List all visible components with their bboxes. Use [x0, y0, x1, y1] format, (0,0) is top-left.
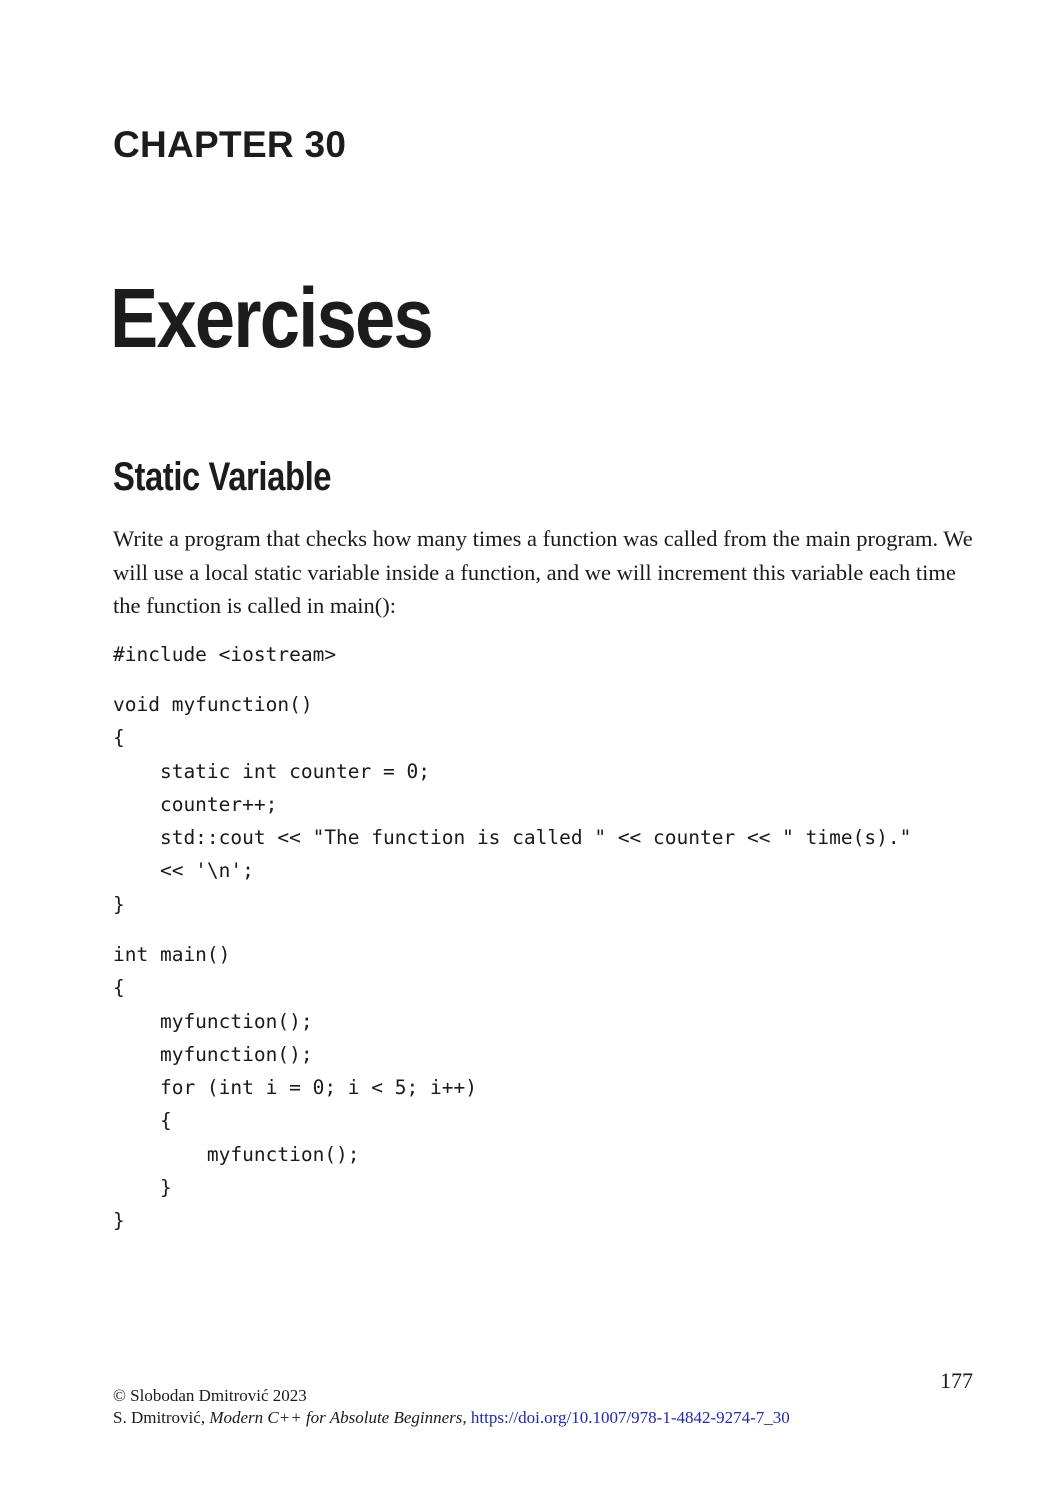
section-title: Static Variable: [113, 455, 332, 499]
code-block-main: int main() { myfunction(); myfunction();…: [113, 938, 477, 1238]
code-line: myfunction();: [113, 1009, 313, 1033]
code-block-include: #include <iostream>: [113, 638, 336, 671]
code-line: << '\n';: [113, 859, 254, 883]
page-number: 177: [940, 1368, 973, 1393]
exercise-description: Write a program that checks how many tim…: [113, 526, 973, 618]
footer: © Slobodan Dmitrović 2023 S. Dmitrović, …: [113, 1385, 790, 1429]
citation-separator: ,: [462, 1408, 471, 1427]
code-block-myfunction: void myfunction() { static int counter =…: [113, 688, 911, 921]
code-line: #include <iostream>: [113, 643, 337, 666]
code-line: }: [113, 1176, 172, 1200]
code-line: int main(): [113, 943, 231, 966]
citation: S. Dmitrović, Modern C++ for Absolute Be…: [113, 1407, 790, 1429]
copyright-notice: © Slobodan Dmitrović 2023: [113, 1386, 307, 1405]
code-line: void myfunction(): [113, 693, 313, 716]
code-line: for (int i = 0; i < 5; i++): [113, 1076, 477, 1100]
citation-book-title: Modern C++ for Absolute Beginners: [209, 1408, 463, 1427]
code-line: }: [113, 892, 125, 916]
code-line: counter++;: [113, 792, 278, 816]
code-line: static int counter = 0;: [113, 759, 430, 783]
code-line: {: [113, 976, 125, 1000]
doi-link[interactable]: https://doi.org/10.1007/978-1-4842-9274-…: [471, 1408, 790, 1427]
code-line: }: [113, 1209, 125, 1233]
citation-author: S. Dmitrović,: [113, 1408, 210, 1427]
chapter-label: CHAPTER 30: [113, 124, 347, 165]
code-line: {: [113, 726, 125, 750]
code-line: myfunction();: [113, 1042, 313, 1066]
code-line: {: [113, 1109, 172, 1133]
chapter-title: Exercises: [110, 271, 434, 365]
code-line: myfunction();: [113, 1142, 360, 1166]
code-line: std::cout << "The function is called " <…: [113, 826, 912, 850]
